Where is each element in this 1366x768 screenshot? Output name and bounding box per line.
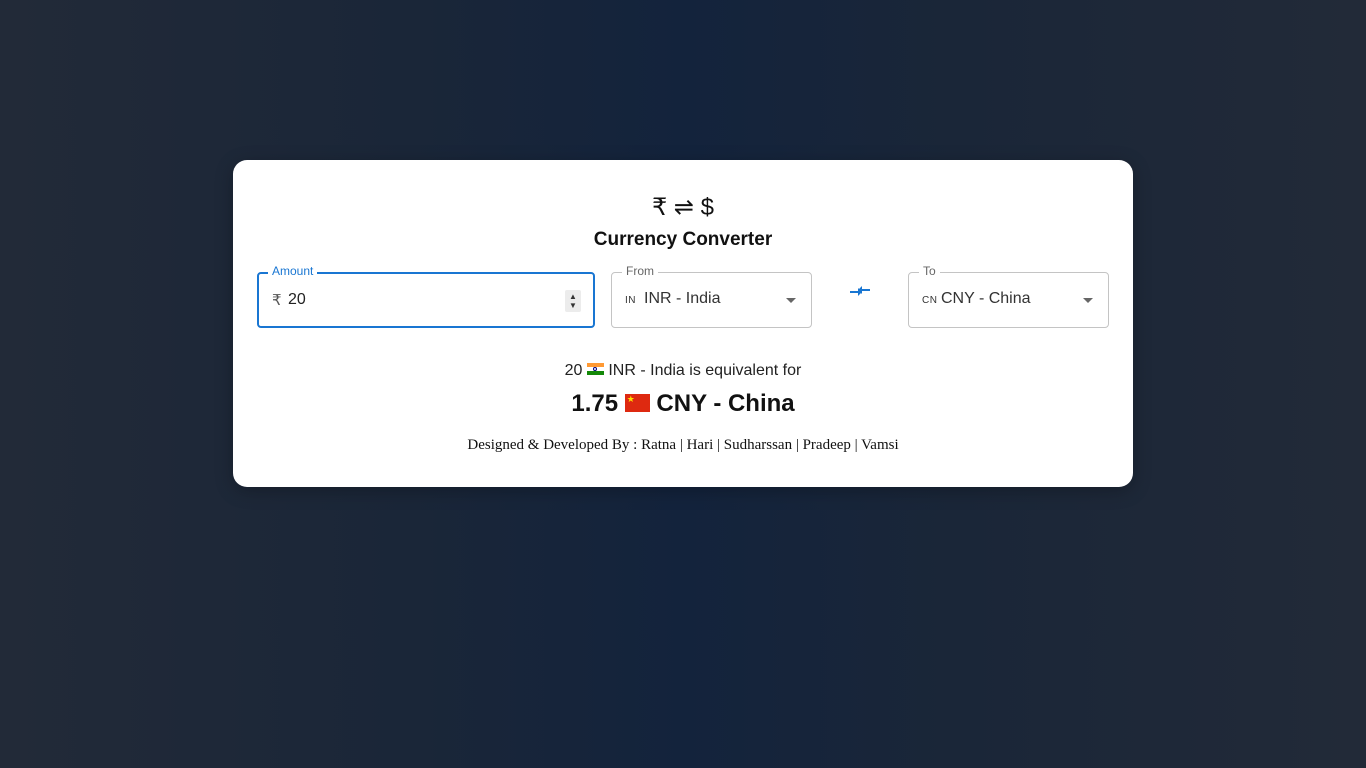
chevron-down-icon[interactable] bbox=[1083, 298, 1093, 303]
amount-stepper[interactable]: ▲ ▼ bbox=[565, 290, 581, 312]
stepper-up-icon[interactable]: ▲ bbox=[569, 292, 577, 301]
summary-amount: 20 bbox=[564, 362, 583, 379]
conversion-summary: 20 INR - India is equivalent for bbox=[233, 362, 1133, 380]
result-amount: 1.75 bbox=[571, 390, 619, 417]
from-currency-value: INR - India bbox=[644, 290, 721, 307]
from-currency-select[interactable]: From IN INR - India bbox=[611, 264, 812, 328]
swap-arrows-icon bbox=[850, 286, 870, 296]
to-currency-value: CNY - China bbox=[941, 290, 1031, 307]
page-title: Currency Converter bbox=[593, 229, 773, 250]
china-flag-icon bbox=[624, 393, 650, 412]
swap-currencies-button[interactable] bbox=[848, 278, 872, 302]
footer-credits: Designed & Developed By : Ratna | Hari |… bbox=[467, 437, 899, 453]
summary-text: is equivalent for bbox=[689, 362, 802, 379]
chevron-down-icon[interactable] bbox=[786, 298, 796, 303]
amount-input[interactable]: 20 bbox=[288, 291, 306, 309]
from-country-code: IN bbox=[625, 295, 636, 306]
amount-field[interactable]: Amount ₹ 20 ▲ ▼ bbox=[257, 264, 595, 328]
to-label: To bbox=[919, 264, 940, 278]
rupee-symbol: ₹ bbox=[272, 292, 282, 309]
from-label: From bbox=[622, 264, 658, 278]
converter-card: ₹ ⇌ $ Currency Converter Amount ₹ 20 ▲ ▼… bbox=[233, 160, 1133, 487]
summary-from-currency: INR - India bbox=[608, 362, 685, 379]
to-currency-select[interactable]: To CN CNY - China bbox=[908, 264, 1109, 328]
to-country-code: CN bbox=[922, 295, 938, 306]
conversion-result: 1.75 CNY - China bbox=[233, 390, 1133, 418]
india-flag-icon bbox=[586, 363, 604, 376]
result-currency: CNY - China bbox=[656, 390, 795, 417]
app-logo: ₹ ⇌ $ bbox=[651, 194, 715, 221]
amount-label: Amount bbox=[268, 264, 318, 278]
stepper-down-icon[interactable]: ▼ bbox=[569, 301, 577, 310]
